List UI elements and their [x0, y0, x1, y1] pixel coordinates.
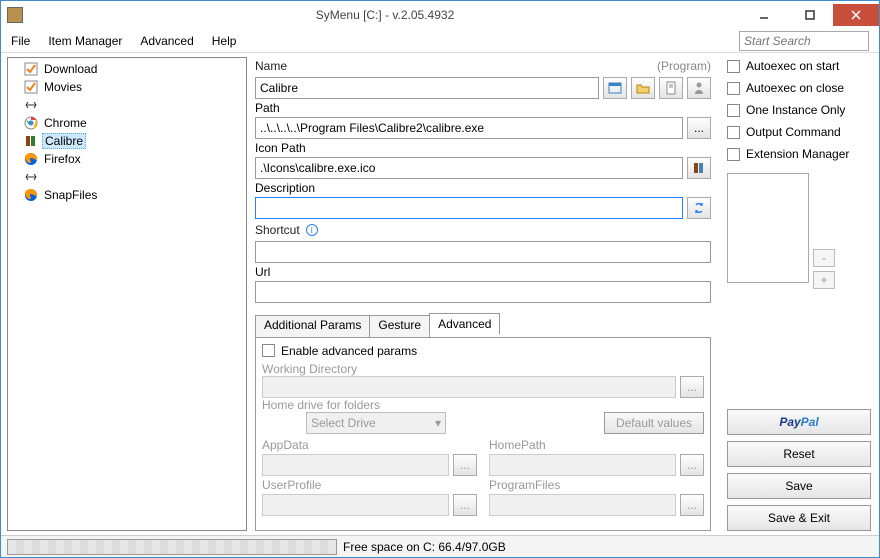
url-input[interactable]: [255, 281, 711, 303]
reset-button[interactable]: Reset: [727, 441, 871, 467]
tree-node-label: Chrome: [42, 116, 89, 130]
appdata-input: [262, 454, 449, 476]
menubar: File Item Manager Advanced Help: [1, 29, 879, 53]
tree-panel[interactable]: Download Movies Chrome Calibre Firefox SnapFi…: [7, 57, 247, 531]
paypal-button[interactable]: PayPal: [727, 409, 871, 435]
close-button[interactable]: [833, 4, 879, 26]
app-icon: [7, 7, 23, 23]
person-icon[interactable]: [687, 77, 711, 99]
homepath-label: HomePath: [489, 438, 704, 452]
document-icon[interactable]: [659, 77, 683, 99]
minimize-button[interactable]: [741, 4, 787, 26]
item-type: (Program): [657, 59, 711, 73]
save-button[interactable]: Save: [727, 473, 871, 499]
properties-panel: Name (Program) Path ... Icon Path Descri…: [247, 53, 719, 535]
workdir-label: Working Directory: [262, 362, 357, 376]
select-drive-dropdown: Select Drive▾: [306, 412, 446, 434]
menu-item-manager[interactable]: Item Manager: [48, 34, 122, 48]
autoexec-start-checkbox[interactable]: Autoexec on start: [727, 57, 871, 75]
iconpath-label: Icon Path: [255, 141, 711, 155]
window-title: SyMenu [C:] - v.2.05.4932: [29, 8, 741, 22]
homepath-input: [489, 454, 676, 476]
folder-icon[interactable]: [631, 77, 655, 99]
tree-node-2[interactable]: [10, 96, 244, 114]
firefox-icon: [24, 152, 38, 166]
tab-additional-params[interactable]: Additional Params: [255, 315, 370, 337]
autoexec-close-checkbox[interactable]: Autoexec on close: [727, 79, 871, 97]
output-command-checkbox[interactable]: Output Command: [727, 123, 871, 141]
path-label: Path: [255, 101, 711, 115]
homedrive-label: Home drive for folders: [262, 398, 380, 412]
programfiles-label: ProgramFiles: [489, 478, 704, 492]
tree-node-label: Firefox: [42, 152, 83, 166]
status-text: Free space on C: 66.4/97.0GB: [343, 540, 506, 554]
name-input[interactable]: [255, 77, 599, 99]
extension-manager-checkbox[interactable]: Extension Manager: [727, 145, 871, 163]
search-input[interactable]: [739, 31, 869, 51]
enable-advanced-checkbox[interactable]: Enable advanced params: [262, 344, 704, 358]
shortcut-label: Shortcut: [255, 221, 300, 239]
tab-gesture[interactable]: Gesture: [369, 315, 430, 337]
url-label: Url: [255, 265, 711, 279]
programfiles-browse: ...: [680, 494, 704, 516]
programfiles-input: [489, 494, 676, 516]
preview-remove-button[interactable]: -: [813, 249, 835, 267]
default-values-button: Default values: [604, 412, 704, 434]
workdir-input: [262, 376, 676, 398]
name-label: Name: [255, 57, 287, 75]
tree-node-5[interactable]: Firefox: [10, 150, 244, 168]
iconpath-input[interactable]: [255, 157, 683, 179]
menu-help[interactable]: Help: [212, 34, 237, 48]
right-panel: Autoexec on start Autoexec on close One …: [719, 53, 879, 535]
info-icon[interactable]: i: [306, 224, 318, 236]
workdir-browse: ...: [680, 376, 704, 398]
tab-advanced[interactable]: Advanced: [429, 313, 500, 335]
menu-advanced[interactable]: Advanced: [140, 34, 193, 48]
tree-node-7[interactable]: SnapFiles: [10, 186, 244, 204]
tab-panel-advanced: Enable advanced params Working Directory…: [255, 337, 711, 531]
iconpath-browse-button[interactable]: [687, 157, 711, 179]
tree-node-label: SnapFiles: [42, 188, 99, 202]
window-icon[interactable]: [603, 77, 627, 99]
tree-node-0[interactable]: Download: [10, 60, 244, 78]
maximize-button[interactable]: [787, 4, 833, 26]
shortcut-input[interactable]: [255, 241, 711, 263]
tree-node-1[interactable]: Movies: [10, 78, 244, 96]
check-orange-icon: [24, 62, 38, 76]
userprofile-input: [262, 494, 449, 516]
sep-icon: [24, 170, 38, 184]
path-browse-button[interactable]: ...: [687, 117, 711, 139]
tree-node-3[interactable]: Chrome: [10, 114, 244, 132]
sep-icon: [24, 98, 38, 112]
userprofile-browse: ...: [453, 494, 477, 516]
statusbar: Free space on C: 66.4/97.0GB: [1, 535, 879, 557]
chrome-icon: [24, 116, 38, 130]
tree-node-4[interactable]: Calibre: [10, 132, 244, 150]
appdata-browse: ...: [453, 454, 477, 476]
one-instance-checkbox[interactable]: One Instance Only: [727, 101, 871, 119]
titlebar: SyMenu [C:] - v.2.05.4932: [1, 1, 879, 29]
userprofile-label: UserProfile: [262, 478, 477, 492]
save-exit-button[interactable]: Save & Exit: [727, 505, 871, 531]
appdata-label: AppData: [262, 438, 477, 452]
path-input[interactable]: [255, 117, 683, 139]
menu-file[interactable]: File: [11, 34, 30, 48]
tree-node-label: Movies: [42, 80, 84, 94]
check-orange-icon: [24, 80, 38, 94]
tree-node-label: Calibre: [42, 133, 86, 149]
preview-add-button[interactable]: +: [813, 271, 835, 289]
description-label: Description: [255, 181, 711, 195]
icon-preview: [727, 173, 809, 283]
calibre-icon: [24, 134, 38, 148]
description-input[interactable]: [255, 197, 683, 219]
free-space-progress: [7, 539, 337, 555]
homepath-browse: ...: [680, 454, 704, 476]
refresh-icon[interactable]: [687, 197, 711, 219]
snap-icon: [24, 188, 38, 202]
tree-node-6[interactable]: [10, 168, 244, 186]
tree-node-label: Download: [42, 62, 99, 76]
